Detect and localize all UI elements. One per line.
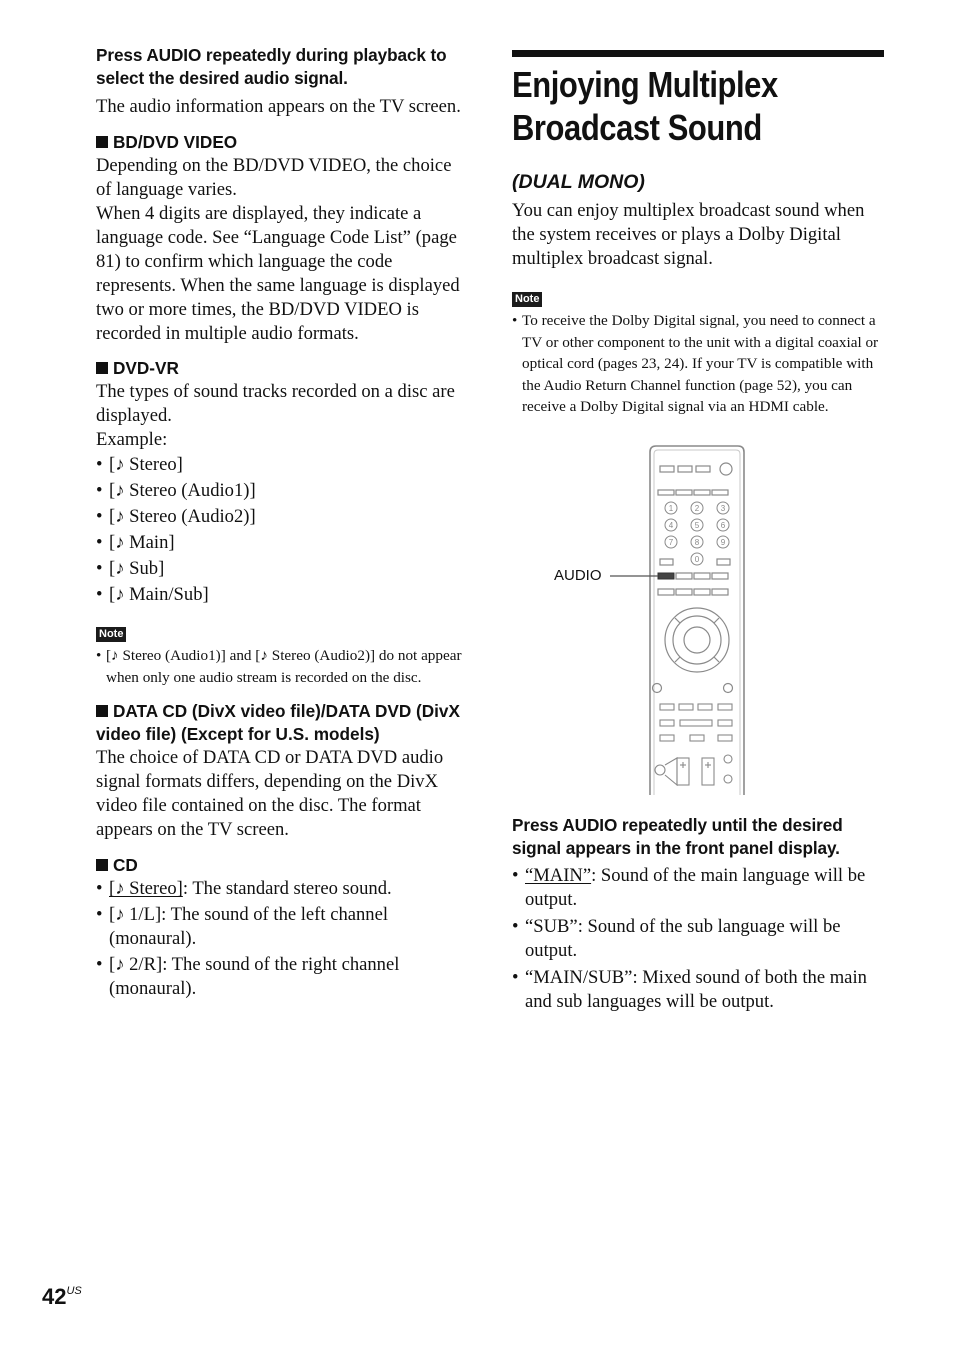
list-item: [♪ 2/R]: The sound of the right channel … bbox=[96, 953, 471, 1001]
remote-button bbox=[677, 464, 693, 473]
option-term-default: [♪ Stereo] bbox=[109, 878, 183, 899]
keypad-digit: 4 bbox=[669, 521, 674, 530]
color-button-row bbox=[657, 488, 729, 496]
list-item: [♪ Stereo (Audio1)] bbox=[96, 478, 471, 504]
remote-button bbox=[693, 571, 711, 580]
section-heading-dvd-vr: DVD-VR bbox=[96, 357, 471, 380]
page-number: 42US bbox=[42, 1284, 82, 1309]
bd-paragraph-2: When 4 digits are displayed, they indica… bbox=[96, 203, 460, 344]
title-rule bbox=[512, 50, 884, 57]
section-heading-bd-dvd-video: BD/DVD VIDEO bbox=[96, 131, 471, 154]
remote-button bbox=[695, 464, 711, 473]
keypad-digit: 9 bbox=[721, 538, 726, 547]
intro-paragraph: You can enjoy multiplex broadcast sound … bbox=[512, 200, 865, 269]
remote-figure: AUDIO 1234567890 bbox=[512, 440, 884, 800]
remote-button bbox=[659, 557, 674, 566]
option-term: “MAIN/SUB” bbox=[525, 966, 633, 988]
list-item: “MAIN/SUB”: Mixed sound of both the main… bbox=[512, 966, 884, 1014]
keypad-digit: 1 bbox=[669, 504, 674, 513]
remote-control-illustration: 1 2 3 4 5 6 7 8 9 0 bbox=[610, 444, 745, 795]
section-heading-data-cd-dvd: DATA CD (DivX video file)/DATA DVD (DivX… bbox=[96, 701, 460, 744]
remote-button bbox=[722, 682, 734, 693]
remote-button bbox=[657, 587, 675, 596]
dvdvr-example-list: [♪ Stereo] [♪ Stereo (Audio1)] [♪ Stereo… bbox=[96, 452, 471, 608]
cd-options-list: [♪ Stereo]: The standard stereo sound. [… bbox=[96, 877, 471, 1001]
keypad-digit: 7 bbox=[669, 538, 674, 547]
note-badge: Note bbox=[96, 627, 127, 642]
list-item: [♪ Main] bbox=[96, 530, 471, 556]
list-item: [♪ Stereo (Audio2)] bbox=[96, 504, 471, 530]
keypad-digit: 8 bbox=[695, 538, 700, 547]
step-instruction: Press AUDIO repeatedly during playback t… bbox=[96, 45, 447, 88]
directional-pad bbox=[651, 606, 734, 693]
note-text: To receive the Dolby Digital signal, you… bbox=[512, 310, 884, 418]
left-column: Press AUDIO repeatedly during playback t… bbox=[96, 44, 471, 1001]
list-item: [♪ Stereo]: The standard stereo sound. bbox=[96, 877, 471, 901]
power-button bbox=[719, 461, 733, 476]
note-badge: Note bbox=[512, 292, 543, 307]
dvdvr-example-label: Example: bbox=[96, 429, 168, 450]
option-term: “SUB” bbox=[525, 915, 578, 937]
square-bullet-icon bbox=[96, 362, 108, 374]
square-bullet-icon bbox=[96, 705, 108, 717]
remote-button bbox=[693, 488, 711, 496]
datacd-paragraph: The choice of DATA CD or DATA DVD audio … bbox=[96, 747, 444, 840]
remote-button bbox=[711, 571, 729, 580]
remote-button bbox=[675, 488, 693, 496]
remote-button bbox=[675, 587, 693, 596]
keypad-digit: 2 bbox=[695, 504, 700, 513]
option-term: [♪ 2/R] bbox=[109, 954, 163, 975]
top-button-row bbox=[659, 461, 733, 476]
remote-button bbox=[657, 488, 675, 496]
page-title: Enjoying Multiplex Broadcast Sound bbox=[512, 64, 778, 148]
dvdvr-paragraph: The types of sound tracks recorded on a … bbox=[96, 381, 455, 426]
right-column: Enjoying Multiplex Broadcast Sound (DUAL … bbox=[512, 50, 884, 1014]
square-bullet-icon bbox=[96, 859, 108, 871]
list-item: [♪ Sub] bbox=[96, 556, 471, 582]
keypad-digit: 3 bbox=[721, 504, 726, 513]
option-term: [♪ 1/L] bbox=[109, 904, 162, 925]
keypad-digit: 0 bbox=[695, 555, 700, 564]
remote-button bbox=[711, 587, 729, 596]
remote-body-outline bbox=[649, 444, 745, 795]
note-block: Note [♪ Stereo (Audio1)] and [♪ Stereo (… bbox=[96, 624, 471, 688]
square-bullet-icon bbox=[96, 136, 108, 148]
output-options-list: “MAIN”: Sound of the main language will … bbox=[512, 864, 884, 1014]
step-description: The audio information appears on the TV … bbox=[96, 96, 461, 117]
section-heading-cd: CD bbox=[96, 854, 471, 877]
list-item: [♪ 1/L]: The sound of the left channel (… bbox=[96, 903, 471, 951]
step-instruction: Press AUDIO repeatedly until the desired… bbox=[512, 814, 843, 858]
list-item: “MAIN”: Sound of the main language will … bbox=[512, 864, 884, 912]
option-term-default: “MAIN” bbox=[525, 864, 592, 886]
list-item: [♪ Main/Sub] bbox=[96, 582, 471, 608]
note-text: [♪ Stereo (Audio1)] and [♪ Stereo (Audio… bbox=[96, 645, 471, 688]
number-keypad: 1 2 3 4 5 6 7 8 9 0 bbox=[664, 501, 730, 565]
page-subtitle: (DUAL MONO) bbox=[512, 171, 645, 193]
note-block: Note To receive the Dolby Digital signal… bbox=[512, 289, 884, 418]
remote-button bbox=[693, 587, 711, 596]
bd-paragraph-1: Depending on the BD/DVD VIDEO, the choic… bbox=[96, 155, 452, 200]
remote-button bbox=[675, 571, 693, 580]
keypad-digit: 6 bbox=[721, 521, 726, 530]
audio-button-highlighted bbox=[657, 572, 675, 579]
list-item: “SUB”: Sound of the sub language will be… bbox=[512, 915, 884, 963]
list-item: [♪ Stereo] bbox=[96, 452, 471, 478]
transport-buttons bbox=[659, 702, 733, 742]
keypad-digit: 5 bbox=[695, 521, 700, 530]
remote-button bbox=[711, 488, 729, 496]
remote-button bbox=[716, 557, 731, 566]
volume-controls bbox=[654, 753, 733, 786]
remote-button bbox=[659, 464, 675, 473]
